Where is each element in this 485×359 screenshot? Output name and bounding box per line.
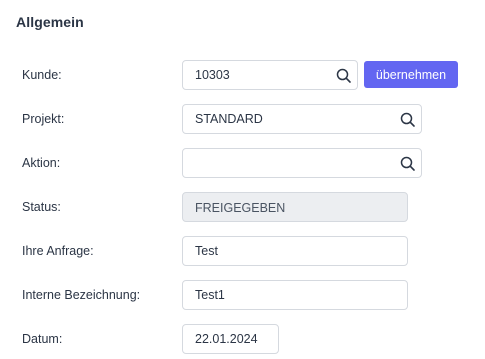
status-value: FREIGEGEBEN: [195, 201, 286, 215]
row-aktion: Aktion:: [0, 148, 485, 180]
general-section: Allgemein Kunde: übernehmen Projekt: Akt…: [0, 0, 485, 359]
row-bezeichnung: Interne Bezeichnung:: [0, 280, 485, 312]
row-projekt: Projekt:: [0, 104, 485, 136]
kunde-input[interactable]: [183, 61, 357, 89]
kunde-search-icon[interactable]: [335, 67, 353, 85]
section-title: Allgemein: [16, 14, 84, 30]
bezeichnung-input[interactable]: [183, 281, 407, 309]
row-kunde: Kunde: übernehmen: [0, 60, 485, 92]
aktion-search-icon[interactable]: [399, 155, 417, 173]
kunde-label: Kunde:: [22, 68, 62, 82]
datum-field-wrapper: [182, 324, 279, 354]
anfrage-field-wrapper: [182, 236, 408, 266]
anfrage-label: Ihre Anfrage:: [22, 244, 94, 258]
aktion-input[interactable]: [183, 149, 421, 177]
projekt-label: Projekt:: [22, 112, 65, 126]
row-status: Status: FREIGEGEBEN: [0, 192, 485, 224]
row-datum: Datum:: [0, 324, 485, 356]
bezeichnung-label: Interne Bezeichnung:: [22, 288, 141, 302]
aktion-label: Aktion:: [22, 156, 61, 170]
kunde-field-wrapper: [182, 60, 358, 90]
projekt-input[interactable]: [183, 105, 421, 133]
projekt-field-wrapper: [182, 104, 422, 134]
bezeichnung-field-wrapper: [182, 280, 408, 310]
projekt-search-icon[interactable]: [399, 111, 417, 129]
uebernehmen-button[interactable]: übernehmen: [364, 61, 458, 88]
status-field: FREIGEGEBEN: [182, 192, 408, 222]
status-label: Status:: [22, 200, 61, 214]
datum-label: Datum:: [22, 332, 63, 346]
datum-input[interactable]: [183, 325, 278, 353]
row-anfrage: Ihre Anfrage:: [0, 236, 485, 268]
aktion-field-wrapper: [182, 148, 422, 178]
anfrage-input[interactable]: [183, 237, 407, 265]
